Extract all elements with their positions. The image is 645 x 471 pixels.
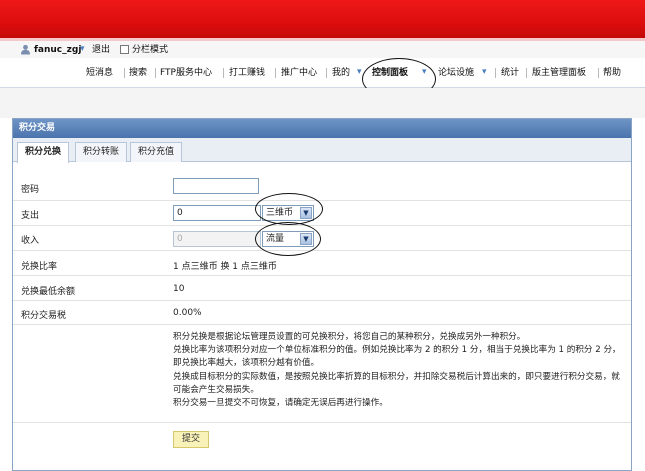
panel-title: 积分交易: [13, 119, 631, 138]
income-input: 0: [173, 231, 261, 247]
logout-link[interactable]: 退出: [92, 44, 110, 56]
description-paragraph: 积分兑换是根据论坛管理员设置的可兑换积分，将您自己的某种积分，兑换成另外一种积分…: [173, 332, 526, 342]
nav-separator: [495, 68, 496, 78]
expense-input[interactable]: 0: [173, 205, 261, 221]
username-link[interactable]: fanuc_zgj: [34, 44, 81, 56]
nav-item-promo[interactable]: 推广中心: [281, 67, 317, 79]
description-paragraph: 兑换比率为该项积分对应一个单位标准积分的值。例如兑换比率为 2 的积分 1 分，…: [173, 345, 621, 369]
user-bar: fanuc_zgj ▾ 退出 分栏模式: [0, 41, 645, 58]
tax-value: 0.00%: [173, 308, 202, 318]
min-balance-value: 10: [173, 284, 185, 294]
nav-item-my[interactable]: 我的: [332, 67, 350, 79]
rate-label: 兑换比率: [21, 262, 58, 272]
divider: [13, 422, 631, 423]
expense-row: 支出 0 三维币 ▼: [13, 193, 631, 226]
nav-separator: [526, 68, 527, 78]
chevron-down-icon[interactable]: ▾: [357, 67, 362, 77]
description-paragraph: 兑换成目标积分的实际数值，是按照兑换比率折算的目标积分，并扣除交易税后计算出来的…: [173, 371, 620, 395]
min-balance-label: 兑换最低余额: [21, 287, 76, 297]
chevron-down-icon[interactable]: ▾: [482, 67, 487, 77]
site-banner: [0, 0, 645, 38]
user-icon: [21, 44, 30, 55]
tax-label: 积分交易税: [21, 311, 67, 321]
main-nav: 短消息 搜索 FTP服务中心 打工赚钱 推广中心 我的 ▾ 控制面板 ▾ 论坛设…: [0, 58, 645, 100]
split-mode-checkbox[interactable]: [120, 45, 129, 54]
annotation-circle: [255, 193, 323, 225]
nav-separator: [223, 68, 224, 78]
tax-row: 积分交易税 0.00%: [13, 301, 631, 325]
tab-bar: 积分兑换 积分转账 积分充值: [13, 138, 631, 163]
rate-value: 1 点三维币 换 1 点三维币: [173, 262, 277, 272]
income-row: 收入 0 流量 ▼: [13, 222, 631, 256]
tab-recharge[interactable]: 积分充值: [130, 142, 183, 162]
description-paragraph: 积分交易一旦提交不可恢复，请确定无误后再进行操作。: [173, 398, 388, 409]
nav-item-moderator-panel[interactable]: 版主管理面板: [532, 67, 586, 79]
nav-separator: [326, 68, 327, 78]
credit-trade-panel: 积分交易 积分兑换 积分转账 积分充值 密码 支出 0 三维币 ▼ 收入 0 流…: [12, 118, 632, 471]
nav-item-messages[interactable]: 短消息: [86, 67, 113, 79]
nav-separator: [275, 68, 276, 78]
nav-item-search[interactable]: 搜索: [129, 67, 147, 79]
nav-separator: [155, 68, 156, 78]
password-row: 密码: [13, 174, 631, 201]
password-label: 密码: [21, 185, 40, 195]
min-balance-row: 兑换最低余额 10: [13, 276, 631, 301]
nav-separator: [124, 68, 125, 78]
expense-label: 支出: [21, 211, 40, 221]
income-label: 收入: [21, 236, 40, 246]
nav-item-stats[interactable]: 统计: [501, 67, 519, 79]
content-gap: [0, 88, 645, 118]
tab-transfer[interactable]: 积分转账: [75, 142, 128, 162]
tab-exchange[interactable]: 积分兑换: [17, 142, 70, 163]
exchange-description: 积分兑换是根据论坛管理员设置的可兑换积分，将您自己的某种积分，兑换成另外一种积分…: [173, 331, 623, 410]
nav-item-work[interactable]: 打工赚钱: [229, 67, 265, 79]
password-input[interactable]: [173, 178, 259, 194]
nav-item-ftp[interactable]: FTP服务中心: [160, 67, 212, 79]
split-mode-label[interactable]: 分栏模式: [132, 44, 168, 56]
rate-row: 兑换比率 1 点三维币 换 1 点三维币: [13, 251, 631, 276]
chevron-down-icon[interactable]: ▾: [80, 43, 85, 55]
nav-separator: [598, 68, 599, 78]
submit-button[interactable]: 提交: [173, 431, 209, 448]
nav-item-help[interactable]: 帮助: [603, 67, 621, 79]
nav-item-facilities[interactable]: 论坛设施: [438, 67, 474, 79]
